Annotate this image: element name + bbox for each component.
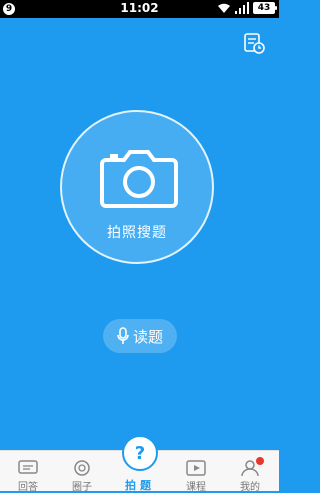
- status-icons: 43: [217, 2, 277, 14]
- history-icon[interactable]: [243, 32, 265, 54]
- bottom-tab-bar: 回答 圈子 ? 拍题 课程 我的: [0, 435, 279, 493]
- status-bar: 9 11:02 43: [0, 0, 279, 18]
- play-icon: [186, 460, 206, 476]
- tab-mine[interactable]: 我的: [226, 457, 274, 493]
- battery-indicator: 43: [253, 2, 277, 14]
- circle-icon: [74, 460, 90, 476]
- notification-dot: [256, 457, 264, 465]
- tab-course[interactable]: 课程: [172, 459, 220, 493]
- question-icon: ?: [122, 435, 158, 471]
- read-question-button[interactable]: 读题: [103, 319, 177, 353]
- read-question-label: 读题: [132, 327, 163, 346]
- signal-icon: [235, 2, 249, 14]
- camera-search-label: 拍照搜题: [107, 225, 167, 241]
- camera-search-button[interactable]: 拍照搜题: [60, 110, 214, 264]
- tab-circle[interactable]: 圈子: [58, 459, 106, 493]
- camera-icon: [100, 150, 178, 208]
- microphone-icon: [117, 327, 129, 344]
- wifi-icon: [218, 3, 230, 13]
- tab-scan-question[interactable]: ? 拍题: [116, 435, 164, 493]
- chat-icon: [18, 460, 38, 474]
- tab-answer[interactable]: 回答: [4, 459, 52, 493]
